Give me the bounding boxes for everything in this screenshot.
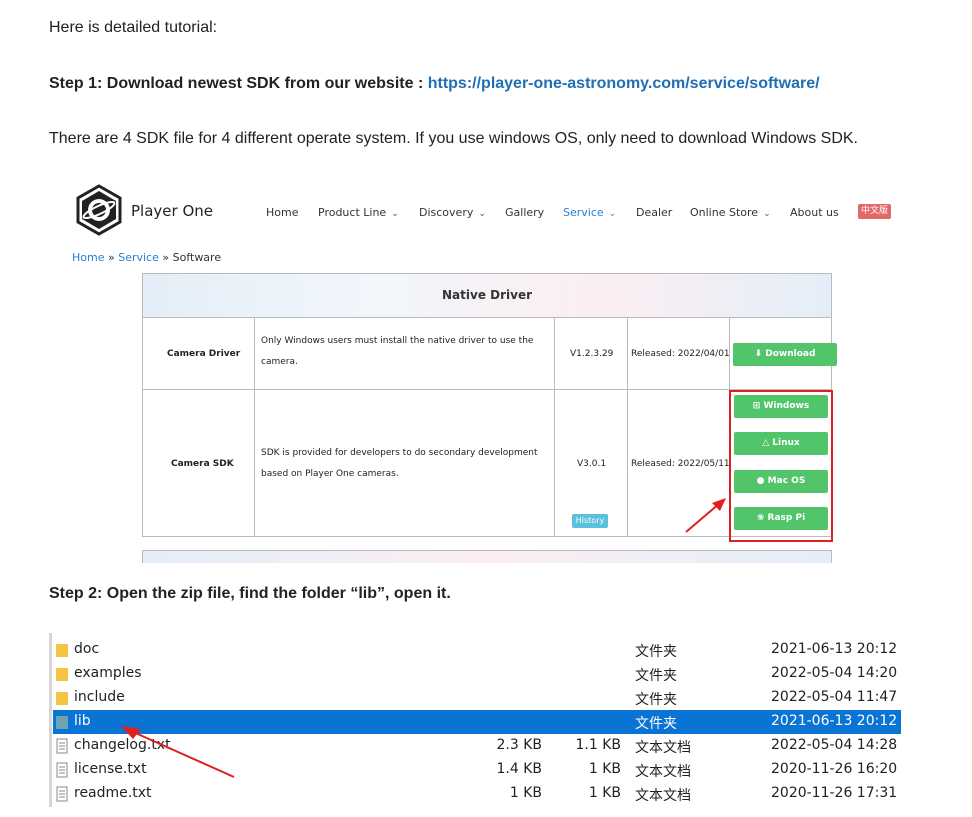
step2-heading: Step 2: Open the zip file, find the fold… <box>49 585 451 602</box>
row-camera-sdk-version: V3.0.1 <box>577 459 607 469</box>
text-file-icon <box>56 786 68 802</box>
chevron-down-icon: ⌄ <box>608 209 617 219</box>
row-camera-driver-desc-line2: camera. <box>261 357 298 367</box>
nav-product-line[interactable]: Product Line ⌄ <box>318 206 399 219</box>
chevron-down-icon: ⌄ <box>391 209 399 219</box>
os-note-text: There are 4 SDK file for 4 different ope… <box>49 130 858 147</box>
folder-icon <box>56 716 68 729</box>
text-file-icon <box>56 762 68 778</box>
row-camera-sdk-desc-line2: based on Player One cameras. <box>261 469 399 479</box>
website-screenshot: Player One Home Product Line ⌄ Discovery ⌄… <box>62 177 912 563</box>
nav-dealer[interactable]: Dealer <box>636 206 672 219</box>
next-table-header <box>142 550 832 563</box>
nav-online-store[interactable]: Online Store ⌄ <box>690 206 771 219</box>
table-divider <box>554 317 555 536</box>
chevron-down-icon: ⌄ <box>763 209 771 219</box>
row-camera-sdk-desc-line1: SDK is provided for developers to do sec… <box>261 448 538 458</box>
player-one-logo-icon <box>76 184 122 236</box>
sdk-buttons-highlight <box>729 390 833 542</box>
step1-heading: Step 1: Download newest SDK from our web… <box>49 75 820 93</box>
table-divider <box>143 389 831 390</box>
row-camera-driver-released: Released: 2022/04/01 <box>631 349 730 359</box>
nav-home[interactable]: Home <box>266 206 298 219</box>
folder-icon <box>56 692 68 705</box>
row-camera-driver-name: Camera Driver <box>167 349 241 359</box>
chevron-down-icon: ⌄ <box>478 209 486 219</box>
breadcrumb-service[interactable]: Service <box>118 251 159 264</box>
file-explorer-screenshot: doc 文件夹 2021-06-13 20:12 examples 文件夹 20… <box>49 633 901 807</box>
intro-text: Here is detailed tutorial: <box>49 19 218 36</box>
file-row[interactable]: readme.txt 1 KB 1 KB 文本文档 2020-11-26 17:… <box>53 782 901 806</box>
driver-download-button[interactable]: ⬇ Download <box>733 343 837 366</box>
row-camera-sdk-released: Released: 2022/05/11 <box>631 459 730 469</box>
nav-service[interactable]: Service ⌄ <box>563 206 616 219</box>
breadcrumb-home[interactable]: Home <box>72 251 104 264</box>
row-camera-driver-version: V1.2.3.29 <box>570 349 614 359</box>
explorer-left-edge <box>49 633 52 807</box>
brand-name: Player One <box>131 202 213 220</box>
table-divider <box>627 317 628 536</box>
breadcrumb: Home » Service » Software <box>72 251 222 264</box>
nav-about-us[interactable]: About us <box>790 206 839 219</box>
red-arrow-annotation <box>685 498 726 533</box>
table-title: Native Driver <box>143 274 831 318</box>
nav-gallery[interactable]: Gallery <box>505 206 544 219</box>
file-row[interactable]: doc 文件夹 2021-06-13 20:12 <box>53 638 901 662</box>
nav-discovery[interactable]: Discovery ⌄ <box>419 206 486 219</box>
breadcrumb-current: Software <box>172 251 222 264</box>
language-badge[interactable]: 中文版 <box>858 204 891 219</box>
download-icon: ⬇ <box>754 349 763 359</box>
row-camera-driver-desc-line1: Only Windows users must install the nati… <box>261 336 534 346</box>
file-row[interactable]: examples 文件夹 2022-05-04 14:20 <box>53 662 901 686</box>
text-file-icon <box>56 738 68 754</box>
step1-label: Step 1: Download newest SDK from our web… <box>49 75 428 92</box>
history-button[interactable]: History <box>572 514 608 528</box>
row-camera-sdk-name: Camera SDK <box>171 459 234 469</box>
software-page-link[interactable]: https://player-one-astronomy.com/service… <box>428 75 820 92</box>
red-arrow-annotation <box>121 726 235 778</box>
folder-icon <box>56 668 68 681</box>
file-row[interactable]: include 文件夹 2022-05-04 11:47 <box>53 686 901 710</box>
folder-icon <box>56 644 68 657</box>
table-divider <box>254 317 255 536</box>
